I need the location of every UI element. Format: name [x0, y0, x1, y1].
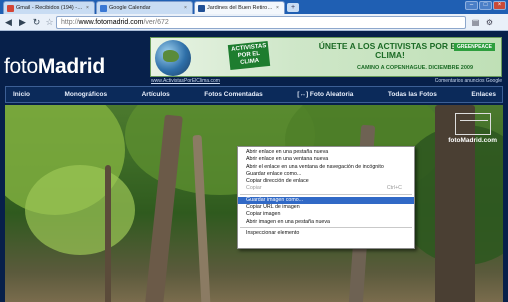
menu-copy-shortcut: Ctrl+C	[386, 185, 402, 192]
foliage	[25, 165, 135, 255]
tab-close-icon[interactable]: ×	[184, 5, 189, 11]
banner-badge: ACTIVISTAS POR EL CLIMA	[227, 40, 271, 71]
fotomadrid-favicon-icon	[198, 4, 205, 12]
bookmark-star-icon[interactable]: ☆	[44, 17, 55, 28]
close-window-button[interactable]: ×	[493, 1, 506, 10]
context-menu: Abrir enlace en una pestaña nueva Abrir …	[237, 146, 415, 249]
banner-subtitle: CAMINO A COPENHAGUE. DICIEMBRE 2009	[357, 65, 474, 71]
menu-open-link-new-window[interactable]: Abrir enlace en una ventana nueva	[238, 156, 414, 163]
window-controls: – □ ×	[465, 1, 506, 10]
site-logo[interactable]: fotoMadrid	[4, 55, 105, 79]
menu-open-link-new-tab[interactable]: Abrir enlace en una pestaña nueva	[238, 149, 414, 156]
tab-close-icon[interactable]: ×	[276, 5, 281, 11]
menu-copy-image[interactable]: Copiar imagen	[238, 211, 414, 218]
address-bar[interactable]: http://www.fotomadrid.com/ver/672	[56, 16, 466, 29]
tree-trunk	[105, 165, 111, 302]
url-scheme: http://	[61, 19, 79, 26]
calendar-favicon-icon	[100, 4, 107, 12]
menu-copy-label: Copiar	[246, 185, 262, 192]
photo-watermark: fotoMadrid.com	[448, 137, 497, 144]
tab-gmail[interactable]: Gmail - Recibidos (194) - ju... ×	[3, 1, 95, 14]
reload-button[interactable]: ↻	[31, 17, 42, 28]
menu-copy-image-url[interactable]: Copiar URL de imagen	[238, 204, 414, 211]
tab-label: Gmail - Recibidos (194) - ju...	[16, 5, 84, 11]
url-host: www.fotomadrid.com	[78, 19, 144, 26]
site-nav: Inicio Monográficos Artículos Fotos Come…	[5, 86, 503, 103]
menu-separator	[240, 227, 412, 229]
ads-by-google-link[interactable]: Comentarios anuncios Google	[435, 78, 502, 84]
menu-copy-link-address[interactable]: Copiar dirección de enlace	[238, 178, 414, 185]
new-tab-button[interactable]: +	[287, 3, 299, 12]
menu-separator	[240, 194, 412, 196]
tab-google-calendar[interactable]: Google Calendar ×	[96, 1, 193, 14]
maximize-button[interactable]: □	[479, 1, 492, 10]
tab-strip: Gmail - Recibidos (194) - ju... × Google…	[0, 0, 508, 14]
browser-toolbar: ◀ ▶ ↻ ☆ http://www.fotomadrid.com/ver/67…	[0, 14, 508, 31]
nav-enlaces[interactable]: Enlaces	[471, 91, 496, 98]
menu-inspect-element[interactable]: Inspeccionar elemento	[238, 230, 414, 237]
menu-copy[interactable]: Copiar Ctrl+C	[238, 185, 414, 192]
minimize-button[interactable]: –	[465, 1, 478, 10]
page-menu-icon[interactable]: ▤	[470, 17, 481, 28]
nav-todas-las-fotos[interactable]: Todas las Fotos	[388, 91, 437, 98]
url-path: /ver/672	[143, 19, 169, 26]
logo-foto: foto	[4, 55, 38, 78]
globe-icon	[155, 40, 191, 76]
tab-label: Google Calendar	[109, 5, 151, 11]
back-button[interactable]: ◀	[3, 17, 14, 28]
tab-jardines-buen-retiro[interactable]: Jardines del Buen Retiro | ... ×	[194, 1, 285, 14]
nav-foto-aleatoria[interactable]: [↔] Foto Aleatoria	[297, 91, 353, 98]
wrench-menu-icon[interactable]: ⚙	[484, 17, 495, 28]
nav-monograficos[interactable]: Monográficos	[64, 91, 107, 98]
tab-close-icon[interactable]: ×	[86, 5, 91, 11]
menu-open-image-new-tab[interactable]: Abrir imagen en una pestaña nueva	[238, 219, 414, 226]
greenpeace-logo: GREENPEACE	[453, 43, 495, 51]
gmail-favicon-icon	[7, 4, 14, 12]
menu-save-image-as[interactable]: Guardar imagen como...	[238, 196, 414, 205]
forward-button[interactable]: ▶	[17, 17, 28, 28]
menu-open-link-incognito[interactable]: Abrir el enlace en una ventana de navega…	[238, 164, 414, 171]
building-icon	[455, 113, 491, 135]
nav-fotos-comentadas[interactable]: Fotos Comentadas	[204, 91, 263, 98]
menu-save-link-as[interactable]: Guardar enlace como...	[238, 171, 414, 178]
nav-articulos[interactable]: Artículos	[142, 91, 170, 98]
logo-madrid: Madrid	[37, 55, 105, 78]
banner-link[interactable]: www.ActivistasPorElClima.com	[151, 78, 220, 84]
tab-label: Jardines del Buen Retiro | ...	[207, 5, 274, 11]
greenpeace-banner-ad[interactable]: ACTIVISTAS POR EL CLIMA ÚNETE A LOS ACTI…	[150, 37, 502, 77]
banner-headline: ÚNETE A LOS ACTIVISTAS POR EL CLIMA!	[318, 41, 462, 60]
nav-inicio[interactable]: Inicio	[13, 91, 30, 98]
